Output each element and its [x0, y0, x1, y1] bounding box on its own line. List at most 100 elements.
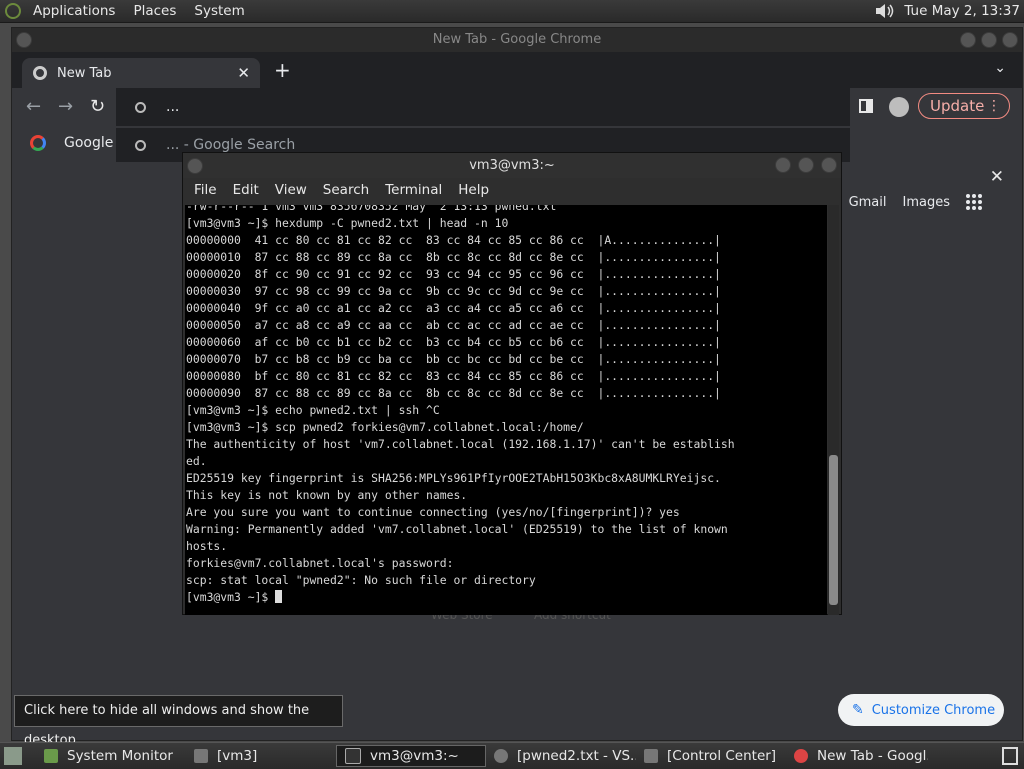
images-link[interactable]: Images	[903, 195, 951, 210]
close-window-button[interactable]	[821, 157, 837, 173]
task-label: [vm3]	[217, 748, 258, 764]
task-label: New Tab - Googl...	[817, 748, 928, 764]
close-tab-icon[interactable]: ✕	[237, 64, 250, 82]
terminal-window: vm3@vm3:~ File Edit View Search Terminal…	[182, 152, 842, 615]
customize-chrome-button[interactable]: ✎ Customize Chrome	[838, 694, 1004, 726]
terminal-menubar: File Edit View Search Terminal Help	[183, 178, 841, 202]
task-label: [pwned2.txt - VS...	[517, 748, 636, 764]
terminal-line: hosts.	[186, 539, 228, 553]
terminal-line: -rw-r--r-- 1 vm3 vm3 8356708352 May 2 13…	[186, 205, 557, 213]
update-label: Update	[930, 97, 985, 115]
tab-strip: New Tab ✕ + ⌄	[12, 52, 1022, 88]
omnibox-input[interactable]: ...	[166, 99, 179, 115]
system-monitor-icon	[44, 749, 58, 763]
customize-label: Customize Chrome	[871, 702, 996, 718]
terminal-line: ed.	[186, 454, 207, 468]
terminal-line: 00000000 41 cc 80 cc 81 cc 82 cc 83 cc 8…	[186, 233, 721, 247]
places-menu[interactable]: Places	[124, 0, 185, 22]
terminal-prompt[interactable]: [vm3@vm3 ~]$	[186, 589, 827, 606]
chrome-icon	[794, 749, 808, 763]
terminal-line: forkies@vm7.collabnet.local's password:	[186, 556, 454, 570]
header-links: Gmail Images	[833, 194, 982, 210]
tab-title: New Tab	[57, 65, 112, 81]
side-panel-icon[interactable]	[859, 99, 873, 113]
close-icon[interactable]: ✕	[990, 167, 1004, 187]
chrome-titlebar[interactable]: New Tab - Google Chrome	[12, 28, 1022, 52]
terminal-scrollbar[interactable]	[828, 205, 839, 615]
volume-icon[interactable]	[874, 1, 896, 21]
maximize-button[interactable]	[798, 157, 814, 173]
terminal-line: scp: stat local "pwned2": No such file o…	[186, 573, 536, 587]
terminal-line: 00000030 97 cc 98 cc 99 cc 9a cc 9b cc 9…	[186, 284, 721, 298]
terminal-output[interactable]: -rw-r--r-- 1 vm3 vm3 8356708352 May 2 13…	[185, 205, 827, 615]
terminal-line: [vm3@vm3 ~]$ scp pwned2 forkies@vm7.coll…	[186, 420, 584, 434]
task-control-center[interactable]: [Control Center]	[636, 745, 786, 767]
task-chrome[interactable]: New Tab - Googl...	[786, 745, 928, 767]
menu-view[interactable]: View	[267, 182, 315, 198]
system-menu[interactable]: System	[185, 0, 253, 22]
terminal-line: Are you sure you want to continue connec…	[186, 505, 680, 519]
trash-icon[interactable]	[1002, 747, 1018, 765]
taskbar: System Monitor [vm3] vm3@vm3:~ [pwned2.t…	[0, 742, 1024, 769]
minimize-button[interactable]	[960, 32, 976, 48]
terminal-line: 00000050 a7 cc a8 cc a9 cc aa cc ab cc a…	[186, 318, 721, 332]
reload-icon[interactable]: ↻	[90, 96, 105, 117]
show-desktop-tooltip: Click here to hide all windows and show …	[14, 695, 343, 748]
control-center-icon	[644, 749, 658, 763]
terminal-line: [vm3@vm3 ~]$ hexdump -C pwned2.txt | hea…	[186, 216, 509, 230]
tab-new-tab[interactable]: New Tab ✕	[22, 58, 260, 88]
terminal-line: This key is not known by any other names…	[186, 488, 468, 502]
bookmark-label: Google	[64, 135, 114, 151]
terminal-line: ED25519 key fingerprint is SHA256:MPLYs9…	[186, 471, 721, 485]
menu-edit[interactable]: Edit	[225, 182, 267, 198]
terminal-line: 00000020 8f cc 90 cc 91 cc 92 cc 93 cc 9…	[186, 267, 721, 281]
show-desktop-icon[interactable]	[4, 747, 22, 765]
task-vscode[interactable]: [pwned2.txt - VS...	[486, 745, 636, 767]
vscode-icon	[494, 749, 508, 763]
back-arrow-icon[interactable]: ←	[26, 96, 41, 117]
terminal-line: 00000090 87 cc 88 cc 89 cc 8a cc 8b cc 8…	[186, 386, 721, 400]
update-button[interactable]: Update ⋮	[918, 93, 1010, 119]
menu-terminal[interactable]: Terminal	[377, 182, 450, 198]
gnome-menu-icon[interactable]	[5, 3, 21, 19]
omnibox[interactable]: ...	[116, 88, 850, 126]
pencil-icon: ✎	[852, 702, 864, 718]
more-vert-icon[interactable]: ⋮	[987, 98, 1001, 114]
applications-menu[interactable]: Applications	[24, 0, 124, 22]
menu-help[interactable]: Help	[450, 182, 497, 198]
window-menu-button[interactable]	[16, 32, 32, 48]
terminal-titlebar[interactable]: vm3@vm3:~	[183, 153, 841, 178]
chrome-favicon-icon	[33, 66, 47, 80]
close-window-button[interactable]	[1002, 32, 1018, 48]
menu-search[interactable]: Search	[315, 182, 377, 198]
bookmark-google[interactable]: Google	[30, 135, 113, 151]
apps-grid-icon[interactable]	[966, 194, 982, 210]
window-menu-button[interactable]	[187, 158, 203, 174]
gmail-link[interactable]: Gmail	[849, 195, 887, 210]
profile-avatar-icon[interactable]	[889, 97, 909, 117]
minimize-button[interactable]	[775, 157, 791, 173]
scrollbar-thumb[interactable]	[829, 455, 838, 605]
tab-search-chevron-icon[interactable]: ⌄	[994, 60, 1006, 76]
folder-icon	[194, 749, 208, 763]
forward-arrow-icon[interactable]: →	[58, 96, 73, 117]
menu-file[interactable]: File	[186, 182, 225, 198]
task-label: System Monitor	[67, 748, 173, 764]
suggestion-text: ... - Google Search	[166, 137, 296, 153]
chrome-toolbar: ← → ↻ ... Update ⋮	[12, 88, 1022, 128]
panel-clock[interactable]: Tue May 2, 13:37	[904, 3, 1024, 19]
task-terminal[interactable]: vm3@vm3:~	[336, 745, 486, 767]
terminal-line: 00000010 87 cc 88 cc 89 cc 8a cc 8b cc 8…	[186, 250, 721, 264]
terminal-line: 00000080 bf cc 80 cc 81 cc 82 cc 83 cc 8…	[186, 369, 721, 383]
maximize-button[interactable]	[981, 32, 997, 48]
search-icon	[135, 139, 146, 151]
google-logo-icon	[30, 135, 46, 151]
chrome-window-title: New Tab - Google Chrome	[432, 32, 602, 47]
task-vm3-folder[interactable]: [vm3]	[186, 745, 336, 767]
terminal-title: vm3@vm3:~	[469, 158, 555, 173]
task-system-monitor[interactable]: System Monitor	[36, 745, 186, 767]
terminal-line: 00000060 af cc b0 cc b1 cc b2 cc b3 cc b…	[186, 335, 721, 349]
new-tab-button[interactable]: +	[274, 58, 291, 82]
terminal-line: [vm3@vm3 ~]$ echo pwned2.txt | ssh ^C	[186, 403, 440, 417]
task-label: [Control Center]	[667, 748, 777, 764]
